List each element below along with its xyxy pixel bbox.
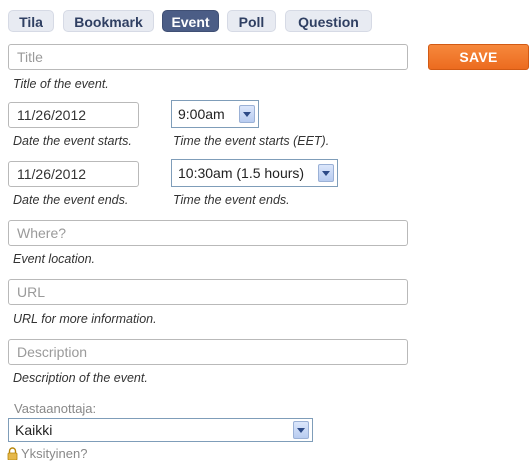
end-date-help: Date the event ends.	[13, 193, 129, 207]
url-help: URL for more information.	[13, 312, 157, 326]
private-label: Yksityinen?	[21, 446, 88, 461]
recipient-select[interactable]: Kaikki	[8, 418, 313, 442]
tab-tila[interactable]: Tila	[8, 10, 54, 32]
tab-question[interactable]: Question	[285, 10, 372, 32]
url-input[interactable]: URL	[8, 279, 408, 305]
end-time-help: Time the event ends.	[173, 193, 290, 207]
description-input[interactable]: Description	[8, 339, 408, 365]
chevron-down-icon[interactable]	[239, 105, 255, 123]
recipient-value: Kaikki	[15, 422, 53, 438]
end-time-select[interactable]: 10:30am (1.5 hours)	[171, 159, 338, 187]
start-time-value: 9:00am	[178, 106, 225, 122]
chevron-down-icon[interactable]	[293, 421, 309, 439]
title-help: Title of the event.	[13, 77, 109, 91]
private-toggle[interactable]: Yksityinen?	[7, 446, 87, 463]
description-help: Description of the event.	[13, 371, 148, 385]
chevron-down-icon[interactable]	[318, 164, 334, 182]
recipient-label: Vastaanottaja:	[14, 401, 97, 416]
lock-icon	[7, 447, 18, 463]
tab-bookmark[interactable]: Bookmark	[63, 10, 154, 32]
location-help: Event location.	[13, 252, 95, 266]
title-input[interactable]: Title	[8, 44, 408, 70]
location-input[interactable]: Where?	[8, 220, 408, 246]
start-date-input[interactable]: 11/26/2012	[8, 102, 139, 128]
save-button[interactable]: SAVE	[428, 44, 529, 70]
start-time-select[interactable]: 9:00am	[171, 100, 259, 128]
tab-poll[interactable]: Poll	[227, 10, 276, 32]
end-date-input[interactable]: 11/26/2012	[8, 161, 139, 187]
start-time-help: Time the event starts (EET).	[173, 134, 330, 148]
end-time-value: 10:30am (1.5 hours)	[178, 165, 305, 181]
tab-event[interactable]: Event	[162, 10, 219, 32]
start-date-help: Date the event starts.	[13, 134, 132, 148]
